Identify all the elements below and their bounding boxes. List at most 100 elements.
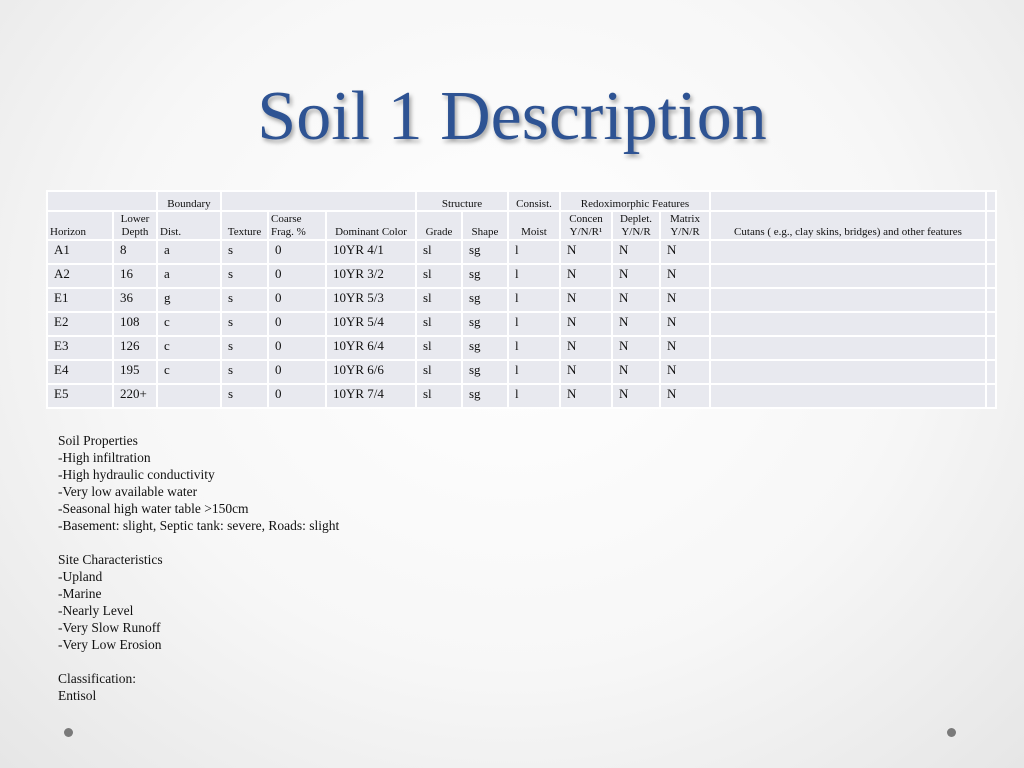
table-header-row-1: Boundary Structure Consist. Redoximorphi… xyxy=(46,190,997,212)
cell-grade: sl xyxy=(415,263,463,289)
cell-blank xyxy=(985,359,997,385)
note-line: -High infiltration xyxy=(58,450,151,465)
note-line: -Very Low Erosion xyxy=(58,637,162,652)
cell-moist: l xyxy=(507,359,561,385)
cell-shape: sg xyxy=(461,311,509,337)
header-coarse-frag: Coarse Frag. % xyxy=(267,210,327,241)
cell-concen: N xyxy=(559,311,613,337)
bullet-dot-left xyxy=(64,728,73,737)
cell-lower-depth: 8 xyxy=(112,239,158,265)
cell-boundary-dist: c xyxy=(156,311,222,337)
cell-lower-depth: 195 xyxy=(112,359,158,385)
header-dominant-color: Dominant Color xyxy=(325,210,417,241)
cell-horizon: A2 xyxy=(46,263,114,289)
cell-moist: l xyxy=(507,335,561,361)
cell-matrix: N xyxy=(659,359,711,385)
cell-grade: sl xyxy=(415,239,463,265)
cell-blank xyxy=(985,239,997,265)
cell-grade: sl xyxy=(415,311,463,337)
cell-blank xyxy=(985,335,997,361)
cell-moist: l xyxy=(507,263,561,289)
cell-deplet: N xyxy=(611,239,661,265)
note-line: Site Characteristics xyxy=(58,552,163,567)
cell-grade: sl xyxy=(415,383,463,409)
header-blank xyxy=(220,190,417,212)
cell-shape: sg xyxy=(461,263,509,289)
cell-blank xyxy=(985,383,997,409)
cell-coarse-frag: 0 xyxy=(267,239,327,265)
table-header-row-2: Horizon Lower Depth Dist. Texture Coarse F… xyxy=(46,210,997,241)
header-cutans: Cutans ( e.g., clay skins, bridges) and … xyxy=(709,210,987,241)
cell-horizon: E4 xyxy=(46,359,114,385)
cell-blank xyxy=(985,263,997,289)
cell-shape: sg xyxy=(461,359,509,385)
header-blank xyxy=(46,190,158,212)
note-line: Entisol xyxy=(58,688,97,703)
note-line: -Marine xyxy=(58,586,102,601)
cell-texture: s xyxy=(220,239,269,265)
cell-shape: sg xyxy=(461,383,509,409)
cell-deplet: N xyxy=(611,359,661,385)
cell-dominant-color: 10YR 7/4 xyxy=(325,383,417,409)
table-row: A2 16 a s 0 10YR 3/2 sl sg l N N N xyxy=(46,263,997,289)
header-consist: Consist. xyxy=(507,190,561,212)
note-line: -Seasonal high water table >150cm xyxy=(58,501,249,516)
cell-dominant-color: 10YR 6/4 xyxy=(325,335,417,361)
note-line xyxy=(58,653,339,670)
cell-shape: sg xyxy=(461,287,509,313)
cell-boundary-dist: c xyxy=(156,359,222,385)
header-boundary: Boundary xyxy=(156,190,222,212)
bullet-dot-right xyxy=(947,728,956,737)
header-lower-depth: Lower Depth xyxy=(112,210,158,241)
cell-lower-depth: 36 xyxy=(112,287,158,313)
cell-matrix: N xyxy=(659,311,711,337)
cell-texture: s xyxy=(220,383,269,409)
cell-coarse-frag: 0 xyxy=(267,263,327,289)
cell-dominant-color: 10YR 5/3 xyxy=(325,287,417,313)
cell-deplet: N xyxy=(611,335,661,361)
cell-deplet: N xyxy=(611,263,661,289)
note-line: Soil Properties xyxy=(58,433,138,448)
cell-texture: s xyxy=(220,263,269,289)
cell-concen: N xyxy=(559,287,613,313)
header-horizon: Horizon xyxy=(46,210,114,241)
cell-lower-depth: 220+ xyxy=(112,383,158,409)
cell-deplet: N xyxy=(611,287,661,313)
cell-dominant-color: 10YR 4/1 xyxy=(325,239,417,265)
header-blank xyxy=(985,190,997,212)
cell-texture: s xyxy=(220,335,269,361)
cell-texture: s xyxy=(220,359,269,385)
cell-matrix: N xyxy=(659,335,711,361)
cell-concen: N xyxy=(559,239,613,265)
cell-lower-depth: 108 xyxy=(112,311,158,337)
header-structure: Structure xyxy=(415,190,509,212)
note-line: -Very low available water xyxy=(58,484,198,499)
cell-horizon: A1 xyxy=(46,239,114,265)
table-row: E5 220+ s 0 10YR 7/4 sl sg l N N N xyxy=(46,383,997,409)
header-matrix: Matrix Y/N/R xyxy=(659,210,711,241)
cell-cutans xyxy=(709,287,987,313)
cell-coarse-frag: 0 xyxy=(267,287,327,313)
soil-notes: Soil Properties -High infiltration -High h… xyxy=(58,432,339,704)
cell-moist: l xyxy=(507,383,561,409)
cell-moist: l xyxy=(507,311,561,337)
cell-texture: s xyxy=(220,287,269,313)
cell-matrix: N xyxy=(659,287,711,313)
note-line: -Very Slow Runoff xyxy=(58,620,161,635)
cell-deplet: N xyxy=(611,311,661,337)
cell-lower-depth: 126 xyxy=(112,335,158,361)
cell-dominant-color: 10YR 6/6 xyxy=(325,359,417,385)
cell-concen: N xyxy=(559,263,613,289)
note-line: -Upland xyxy=(58,569,103,584)
cell-lower-depth: 16 xyxy=(112,263,158,289)
cell-horizon: E5 xyxy=(46,383,114,409)
cell-horizon: E3 xyxy=(46,335,114,361)
cell-boundary-dist: a xyxy=(156,239,222,265)
cell-cutans xyxy=(709,383,987,409)
soil-description-table: Boundary Structure Consist. Redoximorphi… xyxy=(46,190,997,409)
cell-concen: N xyxy=(559,335,613,361)
cell-boundary-dist xyxy=(156,383,222,409)
header-blank xyxy=(985,210,997,241)
cell-moist: l xyxy=(507,287,561,313)
cell-coarse-frag: 0 xyxy=(267,359,327,385)
